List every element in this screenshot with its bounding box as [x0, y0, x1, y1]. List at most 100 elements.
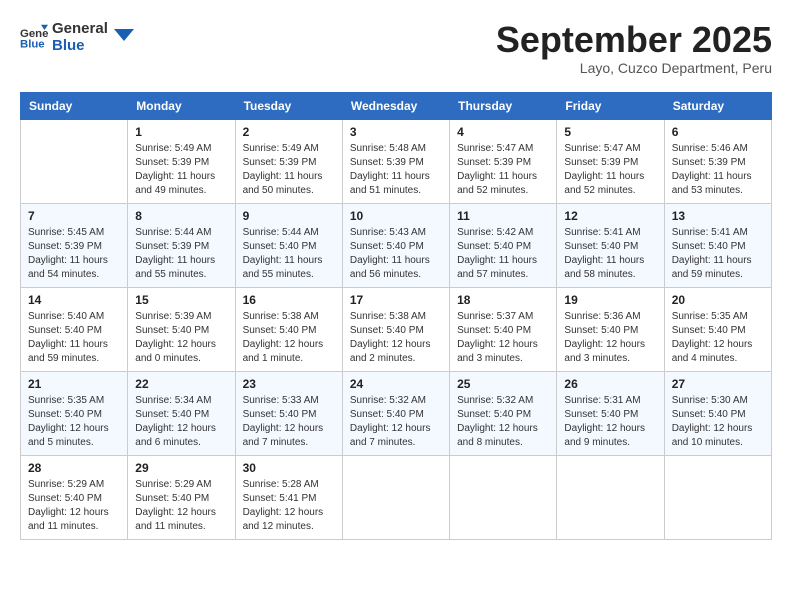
day-info: Sunrise: 5:47 AM Sunset: 5:39 PM Dayligh…: [564, 142, 656, 198]
day-info: Sunrise: 5:37 AM Sunset: 5:40 PM Dayligh…: [457, 310, 549, 366]
calendar-cell: 7 Sunrise: 5:45 AM Sunset: 5:39 PM Daylig…: [21, 203, 128, 287]
day-number: 16: [243, 293, 335, 307]
day-number: 4: [457, 125, 549, 139]
day-info: Sunrise: 5:48 AM Sunset: 5:39 PM Dayligh…: [350, 142, 442, 198]
calendar-cell: 22 Sunrise: 5:34 AM Sunset: 5:40 PM Dayli…: [128, 371, 235, 455]
col-header-thursday: Thursday: [450, 92, 557, 119]
day-number: 20: [672, 293, 764, 307]
calendar-cell: 26 Sunrise: 5:31 AM Sunset: 5:40 PM Dayli…: [557, 371, 664, 455]
month-title: September 2025: [496, 20, 772, 60]
logo-icon: General Blue: [20, 23, 48, 51]
calendar-cell: [557, 455, 664, 539]
day-info: Sunrise: 5:29 AM Sunset: 5:40 PM Dayligh…: [135, 478, 227, 534]
logo: General Blue General Blue: [20, 20, 134, 55]
calendar-cell: 16 Sunrise: 5:38 AM Sunset: 5:40 PM Dayli…: [235, 287, 342, 371]
calendar-week-row: 14 Sunrise: 5:40 AM Sunset: 5:40 PM Dayli…: [21, 287, 772, 371]
page-header: General Blue General Blue September 2025…: [20, 20, 772, 76]
calendar-cell: 1 Sunrise: 5:49 AM Sunset: 5:39 PM Daylig…: [128, 119, 235, 203]
day-number: 29: [135, 461, 227, 475]
day-number: 7: [28, 209, 120, 223]
calendar-cell: 18 Sunrise: 5:37 AM Sunset: 5:40 PM Dayli…: [450, 287, 557, 371]
calendar-cell: 6Sunrise: 5:46 AM Sunset: 5:39 PM Daylig…: [664, 119, 771, 203]
col-header-sunday: Sunday: [21, 92, 128, 119]
calendar-cell: 9 Sunrise: 5:44 AM Sunset: 5:40 PM Daylig…: [235, 203, 342, 287]
day-number: 12: [564, 209, 656, 223]
day-info: Sunrise: 5:38 AM Sunset: 5:40 PM Dayligh…: [243, 310, 335, 366]
calendar-cell: 8 Sunrise: 5:44 AM Sunset: 5:39 PM Daylig…: [128, 203, 235, 287]
day-info: Sunrise: 5:49 AM Sunset: 5:39 PM Dayligh…: [243, 142, 335, 198]
day-info: Sunrise: 5:28 AM Sunset: 5:41 PM Dayligh…: [243, 478, 335, 534]
day-number: 8: [135, 209, 227, 223]
col-header-monday: Monday: [128, 92, 235, 119]
calendar-table: SundayMondayTuesdayWednesdayThursdayFrid…: [20, 92, 772, 540]
day-info: Sunrise: 5:41 AM Sunset: 5:40 PM Dayligh…: [672, 226, 764, 282]
day-info: Sunrise: 5:42 AM Sunset: 5:40 PM Dayligh…: [457, 226, 549, 282]
day-info: Sunrise: 5:38 AM Sunset: 5:40 PM Dayligh…: [350, 310, 442, 366]
calendar-week-row: 7 Sunrise: 5:45 AM Sunset: 5:39 PM Daylig…: [21, 203, 772, 287]
calendar-cell: [450, 455, 557, 539]
day-info: Sunrise: 5:31 AM Sunset: 5:40 PM Dayligh…: [564, 394, 656, 450]
logo-text-blue: Blue: [52, 37, 108, 54]
calendar-cell: 17 Sunrise: 5:38 AM Sunset: 5:40 PM Dayli…: [342, 287, 449, 371]
day-info: Sunrise: 5:43 AM Sunset: 5:40 PM Dayligh…: [350, 226, 442, 282]
day-info: Sunrise: 5:29 AM Sunset: 5:40 PM Dayligh…: [28, 478, 120, 534]
day-number: 27: [672, 377, 764, 391]
calendar-cell: 20 Sunrise: 5:35 AM Sunset: 5:40 PM Dayli…: [664, 287, 771, 371]
calendar-cell: [342, 455, 449, 539]
col-header-friday: Friday: [557, 92, 664, 119]
calendar-week-row: 28 Sunrise: 5:29 AM Sunset: 5:40 PM Dayli…: [21, 455, 772, 539]
day-info: Sunrise: 5:40 AM Sunset: 5:40 PM Dayligh…: [28, 310, 120, 366]
calendar-cell: 30 Sunrise: 5:28 AM Sunset: 5:41 PM Dayli…: [235, 455, 342, 539]
day-number: 1: [135, 125, 227, 139]
subtitle: Layo, Cuzco Department, Peru: [496, 60, 772, 76]
col-header-wednesday: Wednesday: [342, 92, 449, 119]
day-info: Sunrise: 5:49 AM Sunset: 5:39 PM Dayligh…: [135, 142, 227, 198]
calendar-cell: [664, 455, 771, 539]
day-number: 30: [243, 461, 335, 475]
day-number: 10: [350, 209, 442, 223]
title-block: September 2025 Layo, Cuzco Department, P…: [496, 20, 772, 76]
day-info: Sunrise: 5:34 AM Sunset: 5:40 PM Dayligh…: [135, 394, 227, 450]
calendar-cell: 25 Sunrise: 5:32 AM Sunset: 5:40 PM Dayli…: [450, 371, 557, 455]
calendar-cell: 11 Sunrise: 5:42 AM Sunset: 5:40 PM Dayli…: [450, 203, 557, 287]
day-number: 11: [457, 209, 549, 223]
day-info: Sunrise: 5:32 AM Sunset: 5:40 PM Dayligh…: [350, 394, 442, 450]
day-info: Sunrise: 5:35 AM Sunset: 5:40 PM Dayligh…: [672, 310, 764, 366]
calendar-cell: 5 Sunrise: 5:47 AM Sunset: 5:39 PM Daylig…: [557, 119, 664, 203]
calendar-cell: [21, 119, 128, 203]
calendar-header-row: SundayMondayTuesdayWednesdayThursdayFrid…: [21, 92, 772, 119]
calendar-cell: 15Sunrise: 5:39 AM Sunset: 5:40 PM Dayli…: [128, 287, 235, 371]
svg-text:Blue: Blue: [20, 39, 45, 51]
calendar-cell: 27Sunrise: 5:30 AM Sunset: 5:40 PM Dayli…: [664, 371, 771, 455]
day-info: Sunrise: 5:44 AM Sunset: 5:39 PM Dayligh…: [135, 226, 227, 282]
day-number: 14: [28, 293, 120, 307]
day-number: 24: [350, 377, 442, 391]
day-info: Sunrise: 5:32 AM Sunset: 5:40 PM Dayligh…: [457, 394, 549, 450]
calendar-cell: 4 Sunrise: 5:47 AM Sunset: 5:39 PM Daylig…: [450, 119, 557, 203]
day-info: Sunrise: 5:41 AM Sunset: 5:40 PM Dayligh…: [564, 226, 656, 282]
day-number: 5: [564, 125, 656, 139]
calendar-cell: 12 Sunrise: 5:41 AM Sunset: 5:40 PM Dayli…: [557, 203, 664, 287]
day-number: 19: [564, 293, 656, 307]
calendar-cell: 10 Sunrise: 5:43 AM Sunset: 5:40 PM Dayli…: [342, 203, 449, 287]
day-number: 26: [564, 377, 656, 391]
calendar-cell: 28 Sunrise: 5:29 AM Sunset: 5:40 PM Dayli…: [21, 455, 128, 539]
col-header-saturday: Saturday: [664, 92, 771, 119]
day-number: 28: [28, 461, 120, 475]
day-number: 18: [457, 293, 549, 307]
day-number: 17: [350, 293, 442, 307]
day-info: Sunrise: 5:33 AM Sunset: 5:40 PM Dayligh…: [243, 394, 335, 450]
day-info: Sunrise: 5:39 AM Sunset: 5:40 PM Dayligh…: [135, 310, 227, 366]
day-info: Sunrise: 5:44 AM Sunset: 5:40 PM Dayligh…: [243, 226, 335, 282]
day-number: 13: [672, 209, 764, 223]
day-number: 2: [243, 125, 335, 139]
day-info: Sunrise: 5:36 AM Sunset: 5:40 PM Dayligh…: [564, 310, 656, 366]
day-number: 9: [243, 209, 335, 223]
day-info: Sunrise: 5:45 AM Sunset: 5:39 PM Dayligh…: [28, 226, 120, 282]
day-number: 22: [135, 377, 227, 391]
calendar-cell: 14 Sunrise: 5:40 AM Sunset: 5:40 PM Dayli…: [21, 287, 128, 371]
day-number: 23: [243, 377, 335, 391]
day-info: Sunrise: 5:47 AM Sunset: 5:39 PM Dayligh…: [457, 142, 549, 198]
day-number: 25: [457, 377, 549, 391]
calendar-cell: 2 Sunrise: 5:49 AM Sunset: 5:39 PM Daylig…: [235, 119, 342, 203]
